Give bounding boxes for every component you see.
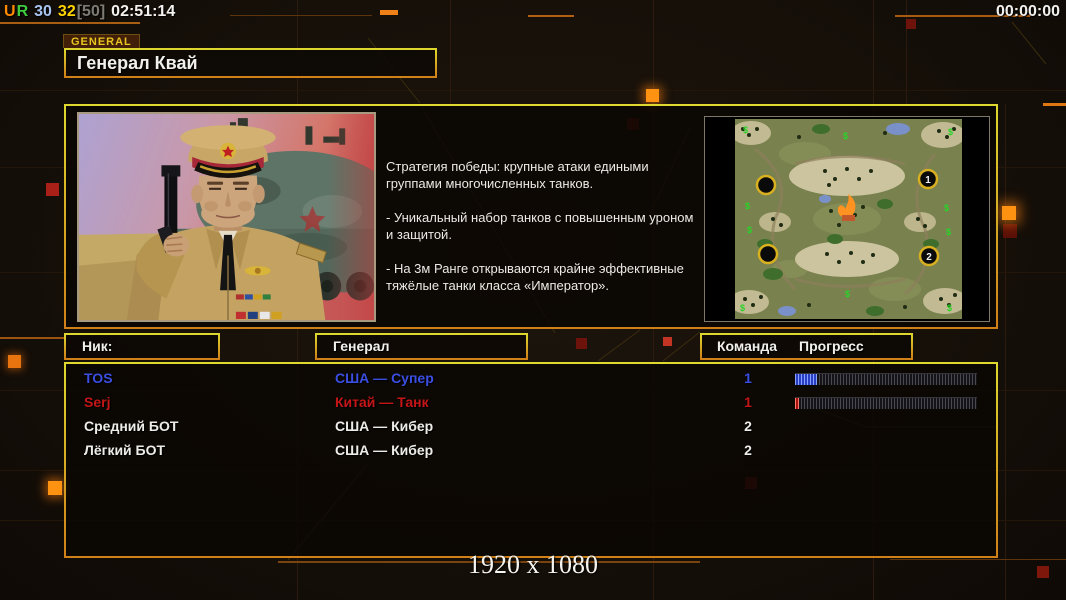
start-position-1: 1 [925, 175, 931, 186]
player-row: Лёгкий БОТ США — Кибер 2 [66, 440, 996, 464]
svg-text:$: $ [845, 289, 850, 299]
deco-glow-square [8, 355, 21, 368]
player-row: Средний БОТ США — Кибер 2 [66, 416, 996, 440]
svg-text:$: $ [745, 201, 750, 211]
players-panel: TOS США — Супер 1 Serj Китай — Танк 1 Ср… [64, 362, 998, 558]
player-general: Китай — Танк [335, 394, 429, 410]
general-tab-label: GENERAL [63, 34, 140, 48]
player-row: TOS США — Супер 1 [66, 368, 996, 392]
player-general: США — Кибер [335, 418, 434, 434]
briefing-paragraph: Стратегия победы: крупные атаки едиными … [386, 159, 649, 191]
load-progress-bar [795, 373, 977, 385]
hud-letter-r: R [16, 3, 29, 20]
minimap: 1 2 $ $ $ $ $ $ $ $ $ $ [704, 116, 990, 322]
deco-glow-square [48, 481, 62, 495]
general-name-box: Генерал Квай [64, 48, 437, 78]
game-clock: 00:00:00 [995, 3, 1060, 20]
player-team: 1 [744, 370, 752, 386]
hud-letter-u: U [4, 3, 16, 20]
player-general: США — Кибер [335, 442, 434, 458]
column-header-nick: Ник: [64, 333, 220, 360]
general-portrait [77, 112, 376, 322]
player-team: 2 [744, 418, 752, 434]
loading-screen: UR 30 32[50] 02:51:14 00:00:00 GENERAL Гене… [0, 0, 1066, 600]
resolution-label: 1920 x 1080 [468, 550, 598, 579]
load-progress-fill [795, 398, 799, 409]
svg-text:$: $ [947, 303, 952, 313]
player-nick: Serj [84, 394, 111, 410]
svg-text:$: $ [948, 127, 953, 137]
hud-elapsed-time: 02:51:14 [111, 3, 176, 20]
deco-glow-square [646, 89, 659, 102]
player-nick: Средний БОТ [84, 418, 179, 434]
start-position-2: 2 [926, 252, 932, 263]
svg-text:$: $ [743, 125, 748, 135]
player-general: США — Супер [335, 370, 434, 386]
hud-score-readout: UR 30 32[50] 02:51:14 [4, 3, 176, 21]
minimap-image: 1 2 $ $ $ $ $ $ $ $ $ $ [735, 119, 962, 319]
general-portrait-image [79, 114, 374, 320]
hud-stat-blue: 30 [34, 3, 52, 20]
hud-stat-yellow: 32 [57, 3, 76, 20]
player-nick: Лёгкий БОТ [84, 442, 166, 458]
deco-glow-square [1002, 206, 1016, 220]
svg-text:$: $ [843, 131, 848, 141]
column-header-general: Генерал [315, 333, 528, 360]
load-progress-bar [795, 397, 977, 409]
briefing-paragraph: - Уникальный набор танков с повышенным у… [386, 210, 694, 242]
general-name: Генерал Квай [77, 53, 198, 73]
player-nick: TOS [84, 370, 113, 386]
svg-text:$: $ [946, 227, 951, 237]
svg-text:$: $ [740, 303, 745, 313]
column-header-team-progress: Команда Прогресс [700, 333, 913, 360]
player-team: 1 [744, 394, 752, 410]
column-header-progress: Прогресс [799, 338, 864, 354]
column-header-team: Команда [717, 338, 777, 354]
hud-stat-limit: [50] [76, 3, 106, 20]
svg-text:$: $ [944, 203, 949, 213]
load-progress-fill [795, 374, 817, 385]
briefing-text: Стратегия победы: крупные атаки едиными … [386, 158, 708, 311]
briefing-paragraph: - На 3м Ранге открываются крайне эффекти… [386, 261, 684, 293]
briefing-panel: Стратегия победы: крупные атаки едиными … [64, 104, 998, 329]
player-row: Serj Китай — Танк 1 [66, 392, 996, 416]
svg-text:$: $ [747, 225, 752, 235]
player-team: 2 [744, 442, 752, 458]
